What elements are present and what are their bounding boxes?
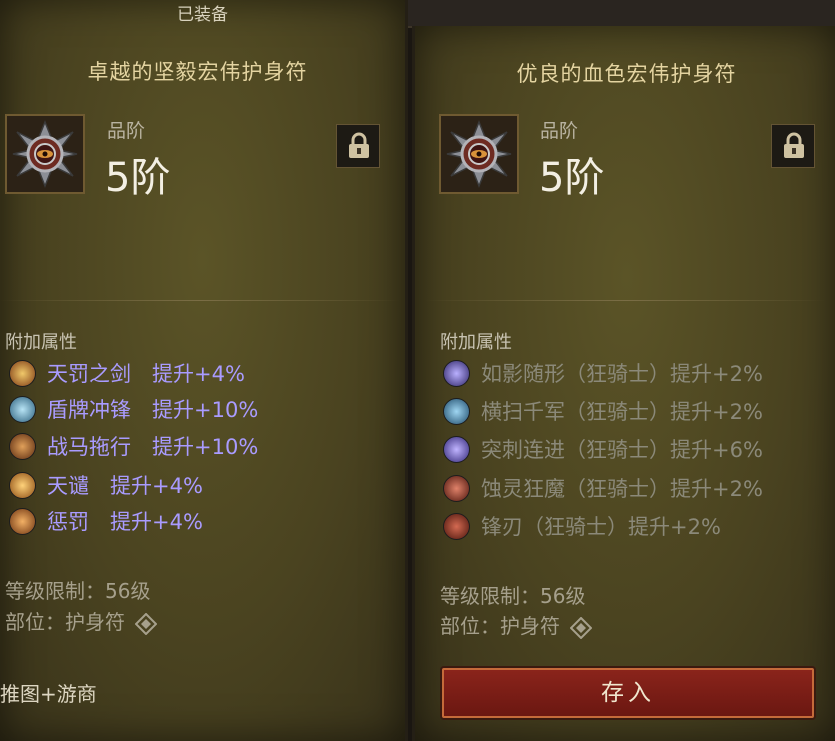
affix-text: 惩罚 提升+4%: [47, 510, 203, 534]
equipped-item-tooltip: 已装备 卓越的坚毅宏伟护身符 品阶 5阶 附加属性 天罚之剑 提升+4% 盾牌冲: [0, 0, 408, 741]
equipped-label: 已装备: [177, 5, 228, 25]
thrust-icon: [443, 436, 470, 463]
amulet-icon: [5, 114, 85, 194]
lock-button[interactable]: [771, 124, 815, 168]
affix-header: 附加属性: [440, 332, 512, 353]
amulet-slot-icon: [570, 616, 593, 639]
store-button[interactable]: 存入: [442, 668, 814, 718]
affix-text: 横扫千军（狂骑士）提升+2%: [481, 400, 763, 424]
section-divider: [425, 300, 825, 301]
sweep-icon: [443, 398, 470, 425]
sword-of-justice-icon: [9, 360, 36, 387]
tier-value: 5阶: [539, 155, 605, 201]
affix-text: 突刺连进（狂骑士）提升+6%: [481, 438, 763, 462]
condemn-icon: [9, 472, 36, 499]
affix-text: 盾牌冲锋 提升+10%: [47, 398, 259, 422]
item-slot: 部位：护身符: [5, 606, 158, 635]
soul-eater-icon: [443, 475, 470, 502]
compare-item-tooltip: 优良的血色宏伟护身符 品阶 5阶 附加属性 如影随形（狂骑士）提升+2% 横扫千…: [412, 26, 835, 741]
tier-label: 品阶: [540, 120, 579, 142]
lock-button[interactable]: [336, 124, 380, 168]
affix-text: 锋刃（狂骑士）提升+2%: [481, 515, 721, 539]
item-title: 优良的血色宏伟护身符: [516, 62, 737, 86]
war-horse-icon: [9, 433, 36, 460]
amulet-icon: [439, 114, 519, 194]
item-title: 卓越的坚毅宏伟护身符: [87, 60, 308, 84]
slot-text: 部位：护身符: [5, 610, 125, 634]
affix-text: 战马拖行 提升+10%: [47, 435, 259, 459]
slot-text: 部位：护身符: [440, 614, 560, 638]
blade-icon: [443, 513, 470, 540]
affix-text: 如影随形（狂骑士）提升+2%: [481, 362, 763, 386]
punish-icon: [9, 508, 36, 535]
shadow-icon: [443, 360, 470, 387]
affix-text: 天谴 提升+4%: [47, 474, 203, 498]
vendor-note: 推图+游商: [0, 682, 97, 706]
lock-icon: [784, 132, 804, 158]
tier-label: 品阶: [107, 120, 146, 142]
item-slot: 部位：护身符: [440, 610, 593, 639]
section-divider: [0, 300, 400, 301]
amulet-slot-icon: [135, 612, 158, 635]
level-requirement: 等级限制：56级: [440, 584, 586, 608]
lock-icon: [349, 132, 369, 158]
affix-text: 天罚之剑 提升+4%: [47, 362, 245, 386]
shield-charge-icon: [9, 396, 36, 423]
affix-header: 附加属性: [5, 332, 77, 353]
level-requirement: 等级限制：56级: [5, 579, 151, 603]
top-bar: [405, 0, 835, 28]
affix-text: 蚀灵狂魔（狂骑士）提升+2%: [481, 477, 763, 501]
tier-value: 5阶: [105, 155, 171, 201]
